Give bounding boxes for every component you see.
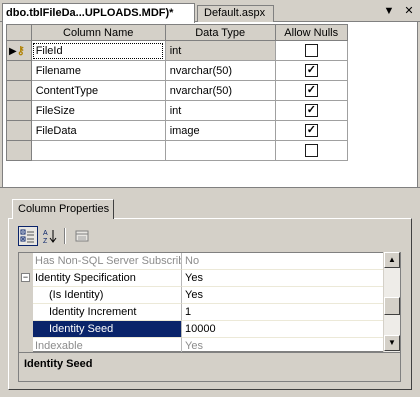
- tab-default-aspx[interactable]: Default.aspx: [197, 5, 274, 22]
- property-name[interactable]: Identity Specification: [33, 270, 182, 287]
- columns-grid: Column Name Data Type Allow Nulls ▶⚷ File…: [6, 24, 348, 161]
- row-selector[interactable]: [6, 60, 32, 81]
- header-data-type[interactable]: Data Type: [164, 24, 276, 41]
- property-gutter: [19, 321, 33, 338]
- property-gutter: [19, 304, 33, 321]
- table-row[interactable]: FileData image: [6, 120, 348, 141]
- property-gutter: [19, 253, 33, 270]
- row-selector[interactable]: ▶⚷: [6, 40, 32, 61]
- data-type-cell[interactable]: nvarchar(50): [164, 80, 276, 101]
- grid-header-row: Column Name Data Type Allow Nulls: [6, 24, 348, 41]
- table-designer-grid: Column Name Data Type Allow Nulls ▶⚷ File…: [2, 22, 418, 187]
- property-row[interactable]: Identity Seed 10000: [19, 321, 384, 338]
- table-row[interactable]: ContentType nvarchar(50): [6, 80, 348, 101]
- property-row[interactable]: Identity Increment 1: [19, 304, 384, 321]
- data-type-cell[interactable]: [164, 140, 276, 161]
- property-name[interactable]: Has Non-SQL Server Subscribe: [33, 253, 182, 270]
- property-name[interactable]: (Is Identity): [33, 287, 182, 304]
- allow-nulls-checkbox[interactable]: [304, 64, 318, 77]
- column-name-cell[interactable]: FileSize: [30, 100, 166, 121]
- allow-nulls-cell: [274, 40, 348, 61]
- property-name[interactable]: Identity Seed: [33, 321, 182, 338]
- svg-text:Z: Z: [43, 238, 48, 244]
- table-row[interactable]: FileSize int: [6, 100, 348, 121]
- scroll-thumb[interactable]: [384, 297, 400, 315]
- allow-nulls-checkbox[interactable]: [304, 84, 318, 97]
- column-name-cell[interactable]: Filename: [30, 60, 166, 81]
- property-row[interactable]: Has Non-SQL Server Subscribe No: [19, 253, 384, 270]
- column-name-cell[interactable]: ContentType: [30, 80, 166, 101]
- allow-nulls-cell: [274, 140, 348, 161]
- header-allow-nulls[interactable]: Allow Nulls: [274, 24, 348, 41]
- allow-nulls-cell: [274, 80, 348, 101]
- property-description: Identity Seed: [18, 352, 401, 382]
- column-name-cell[interactable]: FileData: [30, 120, 166, 141]
- categorized-icon[interactable]: [18, 226, 38, 246]
- tab-table-designer[interactable]: dbo.tblFileDa...UPLOADS.MDF)*: [2, 3, 195, 23]
- allow-nulls-cell: [274, 60, 348, 81]
- table-row[interactable]: ▶⚷ FileId int: [6, 40, 348, 61]
- close-icon[interactable]: ✕: [402, 4, 416, 18]
- scroll-up-icon[interactable]: ▲: [384, 252, 400, 268]
- property-gutter: −: [19, 270, 33, 287]
- property-pages-icon[interactable]: [72, 226, 92, 246]
- table-row[interactable]: [6, 140, 348, 161]
- pane-splitter[interactable]: [0, 187, 420, 195]
- data-type-cell[interactable]: nvarchar(50): [164, 60, 276, 81]
- toolbar-separator: [64, 228, 66, 244]
- property-gutter: [19, 287, 33, 304]
- primary-key-icon: ⚷: [16, 45, 25, 57]
- allow-nulls-checkbox[interactable]: [304, 44, 318, 57]
- row-selector[interactable]: [6, 80, 32, 101]
- svg-text:A: A: [43, 230, 48, 237]
- allow-nulls-checkbox[interactable]: [304, 144, 318, 157]
- property-grid: Has Non-SQL Server Subscribe No − Identity …: [18, 252, 401, 355]
- tab-dropdown-icon[interactable]: ▼: [382, 4, 396, 18]
- column-name-cell[interactable]: FileId: [30, 40, 166, 61]
- property-value: No: [182, 253, 384, 270]
- property-value[interactable]: 10000: [182, 321, 384, 338]
- tab-column-properties[interactable]: Column Properties: [12, 199, 114, 219]
- data-type-cell[interactable]: image: [164, 120, 276, 141]
- property-value[interactable]: 1: [182, 304, 384, 321]
- property-value[interactable]: Yes: [182, 287, 384, 304]
- scroll-down-icon[interactable]: ▼: [384, 335, 400, 351]
- row-selector[interactable]: [6, 100, 32, 121]
- allow-nulls-cell: [274, 100, 348, 121]
- header-column-name[interactable]: Column Name: [30, 24, 166, 41]
- column-name-cell[interactable]: [30, 140, 166, 161]
- allow-nulls-checkbox[interactable]: [304, 124, 318, 137]
- property-row[interactable]: − Identity Specification Yes: [19, 270, 384, 287]
- row-selector[interactable]: [6, 120, 32, 141]
- row-selector-header: [6, 24, 32, 41]
- allow-nulls-cell: [274, 120, 348, 141]
- property-name[interactable]: Identity Increment: [33, 304, 182, 321]
- property-grid-scrollbar[interactable]: ▲ ▼: [383, 252, 400, 352]
- allow-nulls-checkbox[interactable]: [304, 104, 318, 117]
- collapse-icon[interactable]: −: [21, 273, 30, 282]
- data-type-cell[interactable]: int: [164, 100, 276, 121]
- data-type-cell[interactable]: int: [164, 40, 276, 61]
- table-row[interactable]: Filename nvarchar(50): [6, 60, 348, 81]
- property-value[interactable]: Yes: [182, 270, 384, 287]
- property-row[interactable]: (Is Identity) Yes: [19, 287, 384, 304]
- row-selector[interactable]: [6, 140, 32, 161]
- alphabetical-icon[interactable]: A Z: [40, 226, 60, 246]
